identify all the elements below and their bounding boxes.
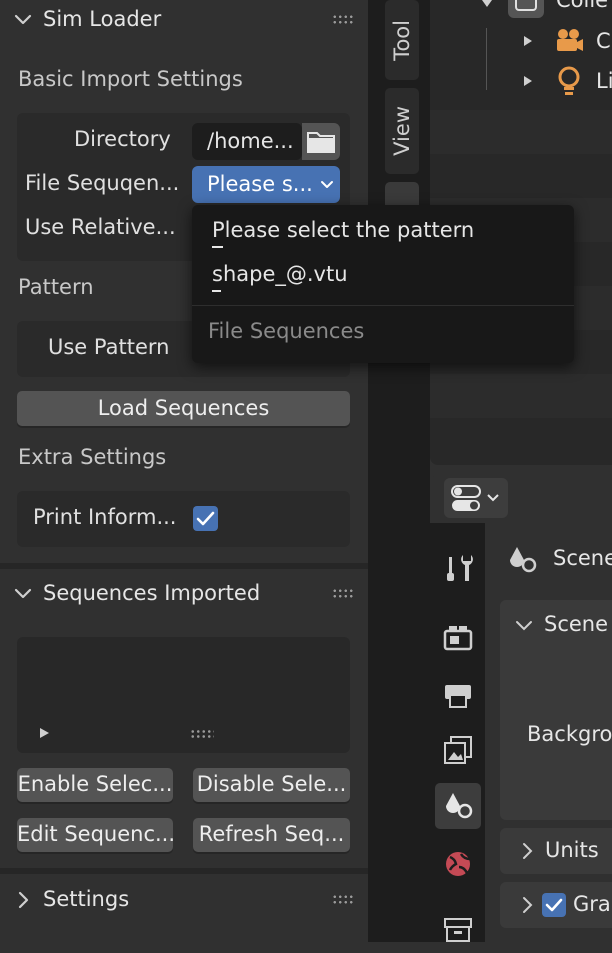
menu-item-select-pattern[interactable]: Please select the pattern [212, 218, 474, 242]
enable-selected-button[interactable]: Enable Selec... [17, 768, 173, 802]
scene-properties-tab[interactable] [435, 783, 481, 829]
scene-panel-title[interactable]: Scene [544, 612, 608, 636]
world-icon [446, 852, 471, 876]
chevron-right-icon [523, 897, 533, 913]
file-sequence-label: File Sequqen... [25, 171, 180, 195]
sim-loader-panel-header[interactable]: Sim Loader [0, 0, 368, 40]
print-information-label: Print Inform... [33, 505, 177, 529]
outliner-item-camera[interactable]: C [596, 29, 611, 53]
drag-handle-icon[interactable] [332, 14, 354, 26]
menu-header-file-sequences: File Sequences [208, 319, 365, 343]
gravity-panel[interactable]: Gra [500, 882, 612, 928]
drag-handle-icon[interactable] [332, 894, 354, 906]
collection-icon-box [508, 0, 544, 18]
use-relative-label: Use Relative... [25, 215, 176, 239]
accelerator-underline [212, 290, 221, 292]
panel-divider [0, 868, 368, 874]
scene-icon [446, 793, 473, 819]
outliner-collection-label[interactable]: Colle [556, 0, 608, 12]
tab-view-label: View [390, 106, 414, 156]
printer-icon [445, 685, 471, 708]
chevron-right-icon [18, 891, 29, 909]
file-sequence-menu: Please select the pattern shape_@.vtu Fi… [192, 205, 574, 363]
file-sequence-value: Please s... [207, 172, 313, 196]
properties-context-title: Scene [553, 546, 612, 570]
chevron-down-icon [14, 14, 32, 25]
properties-tab-icons [430, 523, 485, 942]
menu-separator [192, 305, 574, 306]
directory-label: Directory [74, 127, 171, 151]
load-sequences-button[interactable]: Load Sequences [17, 391, 350, 426]
outliner-row [430, 110, 612, 154]
scene-panel: Scene Backgro [500, 600, 612, 820]
extra-settings-label: Extra Settings [18, 445, 167, 469]
folder-icon [307, 132, 335, 153]
tab-view[interactable]: View [385, 88, 419, 174]
view-layer-properties-tab[interactable] [435, 727, 481, 773]
list-resize-handle-icon[interactable] [190, 729, 214, 739]
tool-properties-tab[interactable] [435, 545, 481, 591]
sim-loader-title: Sim Loader [43, 7, 162, 31]
panel-divider [0, 563, 368, 569]
outliner-row [430, 374, 612, 418]
chevron-right-icon [523, 843, 533, 859]
pattern-label: Pattern [18, 275, 94, 299]
world-properties-tab[interactable] [435, 841, 481, 887]
tab-tool-label: Tool [390, 19, 414, 61]
print-information-checkbox[interactable] [193, 506, 218, 531]
sequences-imported-title: Sequences Imported [43, 581, 261, 605]
expand-arrow-down-icon[interactable] [480, 0, 494, 10]
basic-import-settings-label: Basic Import Settings [18, 67, 243, 91]
chevron-down-icon [14, 588, 32, 599]
units-panel-title: Units [545, 838, 599, 862]
n-panel-sidebar: Sim Loader Basic Import Settings Directo… [0, 0, 368, 942]
background-label: Backgro [527, 722, 612, 746]
menu-item-shape-vtu[interactable]: shape_@.vtu [212, 262, 348, 286]
expand-arrow-right-icon[interactable] [522, 34, 534, 48]
sequences-imported-panel-header[interactable]: Sequences Imported [0, 574, 368, 614]
tab-tool[interactable]: Tool [385, 0, 419, 80]
settings-panel-header[interactable]: Settings [0, 880, 368, 920]
refresh-sequences-button[interactable]: Refresh Seq... [193, 818, 350, 852]
sequences-list[interactable] [17, 637, 350, 753]
directory-field[interactable]: /home... [192, 123, 302, 160]
chevron-down-icon[interactable] [514, 616, 534, 636]
tree-line [486, 28, 487, 90]
settings-title: Settings [43, 887, 130, 911]
gravity-checkbox[interactable] [542, 893, 566, 917]
gravity-panel-title: Gra [573, 892, 611, 916]
drag-handle-icon[interactable] [332, 588, 354, 600]
expand-triangle-icon[interactable] [37, 726, 51, 740]
disable-selected-button[interactable]: Disable Sele... [193, 768, 350, 802]
render-properties-tab[interactable] [435, 615, 481, 661]
output-properties-tab[interactable] [435, 671, 481, 717]
editor-type-selector[interactable] [444, 478, 508, 518]
camera-icon [557, 29, 583, 51]
light-icon [558, 66, 580, 95]
view-layer-icon [444, 736, 472, 764]
collection-icon [515, 0, 537, 11]
wrench-screwdriver-icon [447, 555, 473, 581]
checkmark-icon [196, 511, 215, 526]
chevron-down-icon [321, 181, 333, 188]
scene-icon [510, 547, 537, 573]
file-sequence-dropdown[interactable]: Please s... [192, 166, 340, 203]
outliner-item-light[interactable]: Li [596, 69, 612, 93]
properties-editor-icon [451, 485, 499, 511]
browse-folder-button[interactable] [302, 123, 340, 160]
units-panel[interactable]: Units [500, 828, 612, 874]
collection-properties-tab[interactable] [435, 907, 481, 953]
sidebar-tab-strip: Tool View [368, 0, 430, 942]
checkmark-icon [545, 898, 563, 912]
use-pattern-label: Use Pattern [48, 335, 170, 359]
expand-arrow-right-icon[interactable] [522, 74, 534, 88]
accelerator-underline [212, 246, 223, 248]
edit-sequence-button[interactable]: Edit Sequenc... [17, 818, 173, 852]
properties-content: Scene Scene Backgro Units Gra [485, 523, 612, 942]
render-icon [443, 626, 473, 651]
